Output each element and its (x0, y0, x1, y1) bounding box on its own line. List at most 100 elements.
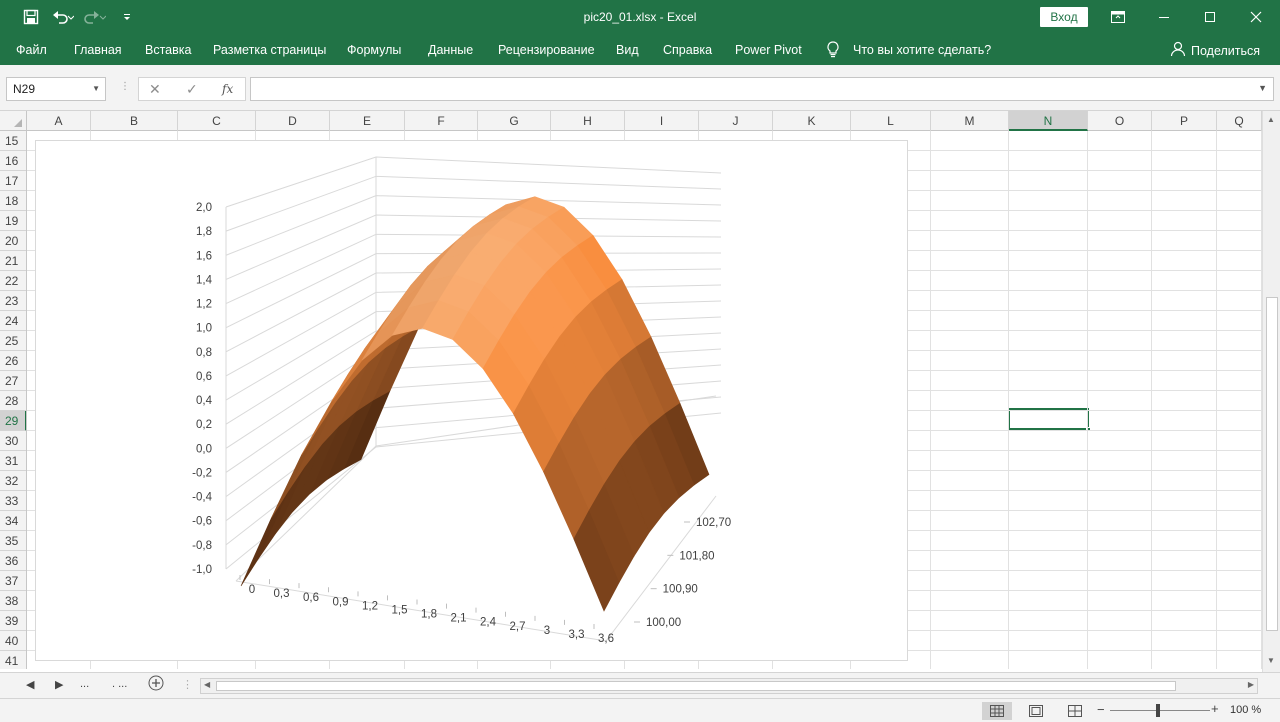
zoom-level[interactable]: 100 % (1230, 704, 1261, 716)
ribbon-display-options-icon[interactable] (1095, 0, 1141, 34)
row-header-40[interactable]: 40 (0, 631, 26, 651)
page-break-view-icon[interactable] (1060, 702, 1090, 720)
tab-insert[interactable]: Вставка (145, 43, 191, 57)
insert-function-icon[interactable]: fx (222, 82, 233, 96)
row-header-29[interactable]: 29 (0, 411, 26, 431)
column-header-g[interactable]: G (478, 111, 551, 131)
horizontal-scrollbar[interactable]: ◀ ▶ (200, 678, 1258, 694)
maximize-button[interactable] (1187, 0, 1233, 34)
signin-button[interactable]: Вход (1040, 7, 1088, 27)
column-header-q[interactable]: Q (1217, 111, 1262, 131)
column-header-p[interactable]: P (1152, 111, 1217, 131)
tab-help[interactable]: Справка (663, 43, 712, 57)
tab-home[interactable]: Главная (74, 43, 122, 57)
zoom-in-icon[interactable]: + (1211, 701, 1219, 716)
prev-sheet-icon[interactable]: ◀ (26, 678, 34, 691)
row-header-23[interactable]: 23 (0, 291, 26, 311)
scroll-down-icon[interactable]: ▼ (1267, 656, 1275, 665)
splitter-icon[interactable]: ⋮ (120, 81, 130, 92)
row-header-41[interactable]: 41 (0, 651, 26, 669)
column-header-b[interactable]: B (91, 111, 178, 131)
more-sheets-right[interactable]: . ... (112, 678, 127, 690)
tab-view[interactable]: Вид (616, 43, 639, 57)
row-header-39[interactable]: 39 (0, 611, 26, 631)
row-header-17[interactable]: 17 (0, 171, 26, 191)
row-header-34[interactable]: 34 (0, 511, 26, 531)
select-all-corner[interactable] (0, 111, 27, 131)
column-header-l[interactable]: L (851, 111, 931, 131)
row-header-36[interactable]: 36 (0, 551, 26, 571)
scroll-right-icon[interactable]: ▶ (1248, 680, 1254, 689)
zoom-slider-thumb[interactable] (1156, 704, 1160, 717)
tab-page-layout[interactable]: Разметка страницы (213, 43, 326, 57)
vertical-scroll-thumb[interactable] (1266, 297, 1278, 631)
zoom-slider[interactable] (1110, 710, 1210, 711)
row-header-30[interactable]: 30 (0, 431, 26, 451)
column-header-d[interactable]: D (256, 111, 330, 131)
formula-buttons: ✕ ✓ fx (138, 77, 246, 101)
scroll-left-icon[interactable]: ◀ (204, 680, 210, 689)
row-header-31[interactable]: 31 (0, 451, 26, 471)
expand-formula-icon[interactable]: ▼ (1258, 83, 1267, 93)
column-header-a[interactable]: A (27, 111, 91, 131)
title-bar: pic20_01.xlsx - Excel Вход (0, 0, 1280, 34)
tab-power-pivot[interactable]: Power Pivot (735, 43, 802, 57)
row-header-22[interactable]: 22 (0, 271, 26, 291)
column-header-e[interactable]: E (330, 111, 405, 131)
column-header-k[interactable]: K (773, 111, 851, 131)
formula-input[interactable]: ▼ (250, 77, 1274, 101)
row-header-27[interactable]: 27 (0, 371, 26, 391)
add-sheet-icon[interactable] (148, 675, 164, 694)
row-header-21[interactable]: 21 (0, 251, 26, 271)
row-header-15[interactable]: 15 (0, 131, 26, 151)
row-header-20[interactable]: 20 (0, 231, 26, 251)
vertical-scrollbar[interactable]: ▲ ▼ (1262, 111, 1280, 672)
share-button[interactable]: Поделиться (1170, 41, 1260, 60)
next-sheet-icon[interactable]: ▶ (55, 678, 63, 691)
page-layout-view-icon[interactable] (1021, 702, 1051, 720)
tab-splitter-icon[interactable]: ⋮ (182, 678, 193, 691)
active-cell[interactable] (1008, 408, 1091, 432)
column-header-o[interactable]: O (1088, 111, 1152, 131)
x-tick-label: 0,6 (303, 592, 319, 604)
row-header-25[interactable]: 25 (0, 331, 26, 351)
scroll-up-icon[interactable]: ▲ (1267, 115, 1275, 124)
row-header-16[interactable]: 16 (0, 151, 26, 171)
row-header-19[interactable]: 19 (0, 211, 26, 231)
row-header-33[interactable]: 33 (0, 491, 26, 511)
column-header-c[interactable]: C (178, 111, 256, 131)
column-header-j[interactable]: J (699, 111, 773, 131)
column-header-m[interactable]: M (931, 111, 1009, 131)
lightbulb-icon[interactable] (826, 41, 840, 61)
row-header-26[interactable]: 26 (0, 351, 26, 371)
row-header-28[interactable]: 28 (0, 391, 26, 411)
close-button[interactable] (1233, 0, 1279, 34)
column-header-f[interactable]: F (405, 111, 478, 131)
tab-file[interactable]: Файл (16, 43, 47, 57)
name-box[interactable]: N29 ▼ (6, 77, 106, 101)
row-header-18[interactable]: 18 (0, 191, 26, 211)
row-header-32[interactable]: 32 (0, 471, 26, 491)
column-header-h[interactable]: H (551, 111, 625, 131)
column-header-i[interactable]: I (625, 111, 699, 131)
chevron-down-icon[interactable]: ▼ (92, 78, 100, 100)
tab-formulas[interactable]: Формулы (347, 43, 401, 57)
row-header-38[interactable]: 38 (0, 591, 26, 611)
column-header-n[interactable]: N (1009, 111, 1088, 131)
surface-chart[interactable]: 2,0 1,8 1,6 1,4 1,2 1,0 0,8 0,6 0,4 0,2 0,0 -0,2 -0,… (35, 140, 908, 661)
tell-me-search[interactable]: Что вы хотите сделать? (853, 43, 991, 57)
z-tick-label: -0,4 (192, 492, 212, 504)
row-header-24[interactable]: 24 (0, 311, 26, 331)
horizontal-scroll-thumb[interactable] (216, 681, 1176, 691)
sheet-tab-bar: ◀ ▶ ... . ... ⋮ ◀ ▶ (0, 672, 1280, 698)
tab-review[interactable]: Рецензирование (498, 43, 595, 57)
row-header-35[interactable]: 35 (0, 531, 26, 551)
zoom-out-icon[interactable]: − (1097, 702, 1105, 717)
tab-data[interactable]: Данные (428, 43, 473, 57)
cancel-icon[interactable]: ✕ (149, 81, 161, 98)
normal-view-icon[interactable] (982, 702, 1012, 720)
more-sheets-left[interactable]: ... (80, 678, 89, 690)
enter-icon[interactable]: ✓ (186, 81, 198, 98)
minimize-button[interactable] (1141, 0, 1187, 34)
row-header-37[interactable]: 37 (0, 571, 26, 591)
